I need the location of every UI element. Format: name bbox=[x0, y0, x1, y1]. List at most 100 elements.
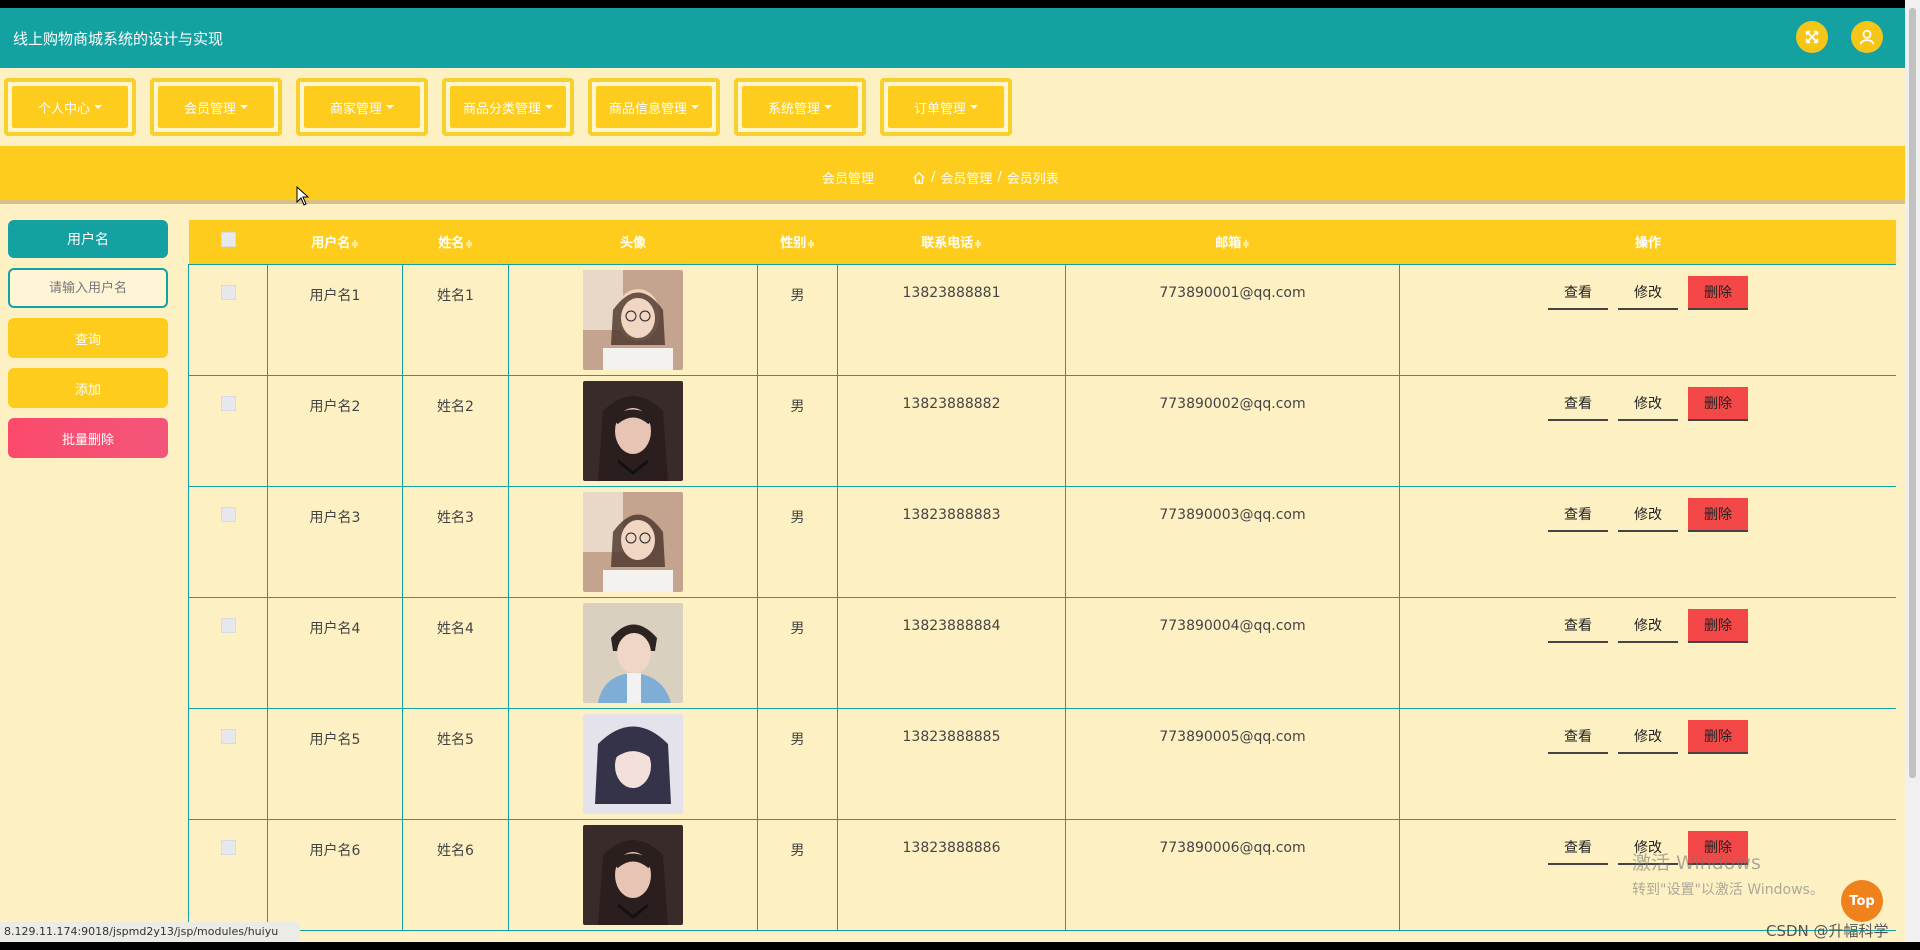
app-title: 线上购物商城系统的设计与实现 bbox=[13, 30, 224, 48]
app-root: 线上购物商城系统的设计与实现 个人中心 会员管理 商家管理 商品分类管理 商品信… bbox=[0, 0, 1920, 950]
sort-icon: ≑ bbox=[1242, 240, 1250, 251]
edit-button[interactable]: 修改 bbox=[1618, 720, 1678, 754]
top-black-bar bbox=[0, 0, 1905, 8]
row-checkbox[interactable] bbox=[220, 728, 236, 744]
nav-item-category-management[interactable]: 商品分类管理 bbox=[442, 78, 574, 136]
fullscreen-icon bbox=[1805, 30, 1819, 44]
nav-item-member-management[interactable]: 会员管理 bbox=[150, 78, 282, 136]
header-username[interactable]: 用户名≑ bbox=[267, 220, 403, 265]
delete-button[interactable]: 删除 bbox=[1688, 386, 1748, 421]
cell-name: 姓名4 bbox=[402, 596, 509, 709]
table-row: 用户名3 姓名3 男 13823888883 773890003@qq.com … bbox=[188, 485, 1896, 598]
cell-username: 用户名6 bbox=[267, 818, 403, 931]
table-row: 用户名1 姓名1 男 13823888881 773890001@qq.com … bbox=[188, 263, 1896, 376]
scrollbar-thumb[interactable] bbox=[1909, 8, 1916, 778]
row-checkbox[interactable] bbox=[220, 839, 236, 855]
nav-item-merchant-management[interactable]: 商家管理 bbox=[296, 78, 428, 136]
caret-down-icon bbox=[545, 105, 553, 109]
header-ops: 操作 bbox=[1399, 220, 1896, 265]
header-phone[interactable]: 联系电话≑ bbox=[837, 220, 1066, 265]
cell-gender: 男 bbox=[757, 485, 838, 598]
avatar[interactable] bbox=[583, 713, 683, 814]
header-email[interactable]: 邮箱≑ bbox=[1065, 220, 1400, 265]
avatar[interactable] bbox=[583, 269, 683, 370]
cell-phone: 13823888884 bbox=[837, 596, 1066, 709]
row-checkbox[interactable] bbox=[220, 506, 236, 522]
avatar[interactable] bbox=[583, 491, 683, 592]
breadcrumb-bar: 会员管理 / 会员管理 / 会员列表 bbox=[0, 146, 1905, 204]
avatar[interactable] bbox=[583, 824, 683, 925]
query-button[interactable]: 查询 bbox=[8, 318, 168, 358]
cell-phone: 13823888881 bbox=[837, 263, 1066, 376]
header: 线上购物商城系统的设计与实现 bbox=[0, 8, 1905, 68]
cell-username: 用户名5 bbox=[267, 707, 403, 820]
header-gender[interactable]: 性别≑ bbox=[757, 220, 838, 265]
row-checkbox[interactable] bbox=[220, 284, 236, 300]
cell-username: 用户名4 bbox=[267, 596, 403, 709]
add-button[interactable]: 添加 bbox=[8, 368, 168, 408]
cell-username: 用户名3 bbox=[267, 485, 403, 598]
edit-button[interactable]: 修改 bbox=[1618, 387, 1678, 421]
cell-name: 姓名3 bbox=[402, 485, 509, 598]
view-button[interactable]: 查看 bbox=[1548, 498, 1608, 532]
edit-button[interactable]: 修改 bbox=[1618, 276, 1678, 310]
edit-button[interactable]: 修改 bbox=[1618, 498, 1678, 532]
sort-icon: ≑ bbox=[807, 240, 815, 251]
edit-button[interactable]: 修改 bbox=[1618, 609, 1678, 643]
avatar[interactable] bbox=[583, 380, 683, 481]
page-title: 会员管理 bbox=[822, 172, 875, 187]
header-name[interactable]: 姓名≑ bbox=[402, 220, 509, 265]
view-button[interactable]: 查看 bbox=[1548, 831, 1608, 865]
cell-email: 773890006@qq.com bbox=[1065, 818, 1400, 931]
cell-email: 773890003@qq.com bbox=[1065, 485, 1400, 598]
member-table-container: 用户名≑ 姓名≑ 头像 性别≑ 联系电话≑ 邮箱≑ 操作 用户名1 姓名1 男 … bbox=[188, 220, 1896, 950]
view-button[interactable]: 查看 bbox=[1548, 276, 1608, 310]
view-button[interactable]: 查看 bbox=[1548, 387, 1608, 421]
home-icon[interactable] bbox=[912, 171, 926, 185]
sort-icon: ≑ bbox=[465, 240, 473, 251]
page-scrollbar[interactable] bbox=[1905, 0, 1920, 950]
nav-item-product-management[interactable]: 商品信息管理 bbox=[588, 78, 720, 136]
table-row: 用户名2 姓名2 男 13823888882 773890002@qq.com … bbox=[188, 374, 1896, 487]
caret-down-icon bbox=[824, 105, 832, 109]
row-checkbox[interactable] bbox=[220, 617, 236, 633]
header-avatar: 头像 bbox=[508, 220, 758, 265]
breadcrumb: / 会员管理 / 会员列表 bbox=[912, 168, 1059, 187]
sort-icon: ≑ bbox=[974, 240, 982, 251]
caret-down-icon bbox=[386, 105, 394, 109]
cell-phone: 13823888883 bbox=[837, 485, 1066, 598]
delete-button[interactable]: 删除 bbox=[1688, 608, 1748, 643]
caret-down-icon bbox=[970, 105, 978, 109]
view-button[interactable]: 查看 bbox=[1548, 609, 1608, 643]
search-label: 用户名 bbox=[8, 220, 168, 258]
cell-name: 姓名5 bbox=[402, 707, 509, 820]
header-select-all[interactable] bbox=[188, 220, 268, 265]
member-table: 用户名≑ 姓名≑ 头像 性别≑ 联系电话≑ 邮箱≑ 操作 用户名1 姓名1 男 … bbox=[188, 220, 1896, 931]
nav-item-order-management[interactable]: 订单管理 bbox=[880, 78, 1012, 136]
caret-down-icon bbox=[94, 105, 102, 109]
status-url: 8.129.11.174:9018/jspmd2y13/jsp/modules/… bbox=[0, 922, 300, 942]
user-button[interactable] bbox=[1851, 21, 1883, 53]
select-all-checkbox[interactable] bbox=[220, 232, 236, 248]
delete-button[interactable]: 删除 bbox=[1688, 719, 1748, 754]
batch-delete-button[interactable]: 批量删除 bbox=[8, 418, 168, 458]
avatar[interactable] bbox=[583, 602, 683, 703]
fullscreen-button[interactable] bbox=[1796, 21, 1828, 53]
cell-phone: 13823888882 bbox=[837, 374, 1066, 487]
csdn-watermark: CSDN @升幅科学 bbox=[1766, 922, 1889, 940]
back-to-top-button[interactable]: Top bbox=[1841, 880, 1883, 922]
table-row: 用户名5 姓名5 男 13823888885 773890005@qq.com … bbox=[188, 707, 1896, 820]
nav-item-personal-center[interactable]: 个人中心 bbox=[4, 78, 136, 136]
main-nav: 个人中心 会员管理 商家管理 商品分类管理 商品信息管理 系统管理 订单管理 bbox=[0, 68, 1905, 146]
view-button[interactable]: 查看 bbox=[1548, 720, 1608, 754]
nav-item-system-management[interactable]: 系统管理 bbox=[734, 78, 866, 136]
delete-button[interactable]: 删除 bbox=[1688, 275, 1748, 310]
cell-gender: 男 bbox=[757, 818, 838, 931]
caret-down-icon bbox=[691, 105, 699, 109]
username-search-input[interactable] bbox=[8, 268, 168, 308]
cell-gender: 男 bbox=[757, 263, 838, 376]
delete-button[interactable]: 删除 bbox=[1688, 497, 1748, 532]
row-checkbox[interactable] bbox=[220, 395, 236, 411]
breadcrumb-member-management[interactable]: 会员管理 bbox=[940, 168, 992, 187]
table-header-row: 用户名≑ 姓名≑ 头像 性别≑ 联系电话≑ 邮箱≑ 操作 bbox=[188, 220, 1896, 265]
